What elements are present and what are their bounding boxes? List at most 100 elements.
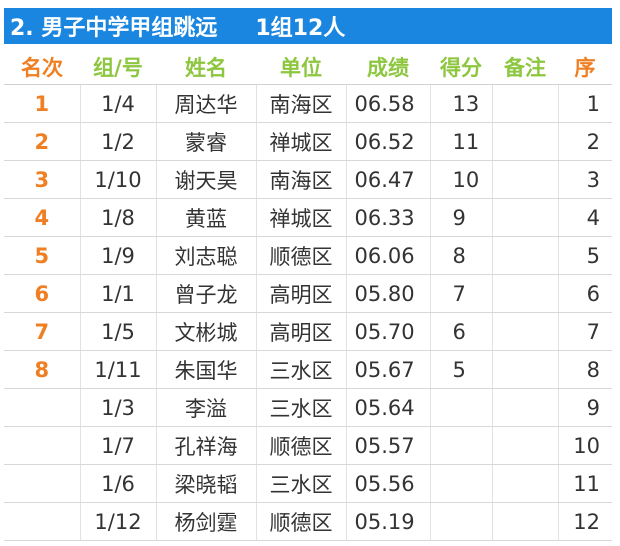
points-cell [429, 502, 492, 541]
points-cell: 6 [429, 312, 492, 351]
table-row: 1 1/4 周达华 南海区 06.58 13 1 [4, 84, 612, 123]
seq-cell: 3 [557, 160, 612, 199]
unit-cell: 顺德区 [255, 426, 346, 465]
unit-cell: 三水区 [255, 464, 346, 503]
athlete-name-cell: 周达华 [155, 84, 256, 123]
table-row: 1/6 梁晓韬 三水区 05.56 11 [4, 464, 612, 503]
unit-cell: 禅城区 [255, 198, 346, 237]
table-row: 1/3 李溢 三水区 05.64 9 [4, 388, 612, 427]
seq-cell: 12 [557, 502, 612, 541]
athlete-name-cell: 谢天昊 [155, 160, 256, 199]
table-header-row: 名次 组/号 姓名 单位 成绩 得分 备注 序 [4, 50, 612, 85]
unit-cell: 三水区 [255, 388, 346, 427]
rank-cell: 4 [4, 198, 80, 237]
col-rank: 名次 [4, 50, 80, 85]
results-table: 名次 组/号 姓名 单位 成绩 得分 备注 序 1 1/4 周达华 南海区 06.58 1… [4, 50, 612, 541]
group-no-cell: 1/4 [79, 84, 156, 123]
note-cell [491, 426, 558, 465]
col-note: 备注 [492, 50, 558, 85]
unit-cell: 南海区 [255, 84, 346, 123]
table-row: 1/7 孔祥海 顺德区 05.57 10 [4, 426, 612, 465]
score-cell: 05.70 [345, 312, 430, 351]
rank-cell [4, 464, 80, 503]
group-no-cell: 1/9 [79, 236, 156, 275]
score-cell: 06.33 [345, 198, 430, 237]
score-cell: 05.64 [345, 388, 430, 427]
score-cell: 05.19 [345, 502, 430, 541]
athlete-name-cell: 曾子龙 [155, 274, 256, 313]
seq-cell: 9 [557, 388, 612, 427]
athlete-name-cell: 文彬城 [155, 312, 256, 351]
note-cell [491, 122, 558, 161]
note-cell [491, 236, 558, 275]
table-row: 3 1/10 谢天昊 南海区 06.47 10 3 [4, 160, 612, 199]
rank-cell: 6 [4, 274, 80, 313]
note-cell [491, 160, 558, 199]
note-cell [491, 274, 558, 313]
points-cell [429, 426, 492, 465]
note-cell [491, 350, 558, 389]
score-cell: 06.47 [345, 160, 430, 199]
rank-cell: 7 [4, 312, 80, 351]
group-no-cell: 1/6 [79, 464, 156, 503]
seq-cell: 1 [557, 84, 612, 123]
points-cell: 8 [429, 236, 492, 275]
points-cell: 11 [429, 122, 492, 161]
seq-cell: 11 [557, 464, 612, 503]
score-cell: 05.67 [345, 350, 430, 389]
points-cell: 9 [429, 198, 492, 237]
table-row: 1/12 杨剑霆 顺德区 05.19 12 [4, 502, 612, 541]
note-cell [491, 502, 558, 541]
rank-cell: 1 [4, 84, 80, 123]
seq-cell: 10 [557, 426, 612, 465]
table-row: 5 1/9 刘志聪 顺德区 06.06 8 5 [4, 236, 612, 275]
score-cell: 06.58 [345, 84, 430, 123]
unit-cell: 三水区 [255, 350, 346, 389]
score-cell: 05.80 [345, 274, 430, 313]
group-no-cell: 1/12 [79, 502, 156, 541]
rank-cell: 2 [4, 122, 80, 161]
group-no-cell: 1/11 [79, 350, 156, 389]
points-cell [429, 464, 492, 503]
group-no-cell: 1/3 [79, 388, 156, 427]
col-score: 成绩 [346, 50, 430, 85]
group-no-cell: 1/1 [79, 274, 156, 313]
points-cell: 10 [429, 160, 492, 199]
athlete-name-cell: 黄蓝 [155, 198, 256, 237]
table-row: 6 1/1 曾子龙 高明区 05.80 7 6 [4, 274, 612, 313]
event-title-bar: 2. 男子中学甲组跳远 1组12人 [4, 8, 612, 44]
unit-cell: 南海区 [255, 160, 346, 199]
athlete-name-cell: 杨剑霆 [155, 502, 256, 541]
points-cell: 5 [429, 350, 492, 389]
rank-cell: 8 [4, 350, 80, 389]
col-group-no: 组/号 [80, 50, 156, 85]
group-no-cell: 1/5 [79, 312, 156, 351]
group-no-cell: 1/7 [79, 426, 156, 465]
table-row: 7 1/5 文彬城 高明区 05.70 6 7 [4, 312, 612, 351]
event-title: 2. 男子中学甲组跳远 [10, 16, 218, 41]
athlete-name-cell: 孔祥海 [155, 426, 256, 465]
col-seq: 序 [558, 50, 612, 85]
rank-cell [4, 388, 80, 427]
group-no-cell: 1/2 [79, 122, 156, 161]
results-sheet: 2. 男子中学甲组跳远 1组12人 名次 组/号 姓名 单位 成绩 得分 备注 … [0, 0, 620, 546]
table-row: 4 1/8 黄蓝 禅城区 06.33 9 4 [4, 198, 612, 237]
seq-cell: 5 [557, 236, 612, 275]
seq-cell: 7 [557, 312, 612, 351]
col-points: 得分 [430, 50, 492, 85]
score-cell: 05.56 [345, 464, 430, 503]
athlete-name-cell: 刘志聪 [155, 236, 256, 275]
note-cell [491, 388, 558, 427]
score-cell: 06.06 [345, 236, 430, 275]
unit-cell: 顺德区 [255, 502, 346, 541]
seq-cell: 2 [557, 122, 612, 161]
rank-cell: 5 [4, 236, 80, 275]
seq-cell: 6 [557, 274, 612, 313]
note-cell [491, 198, 558, 237]
unit-cell: 顺德区 [255, 236, 346, 275]
unit-cell: 高明区 [255, 312, 346, 351]
group-no-cell: 1/8 [79, 198, 156, 237]
athlete-name-cell: 梁晓韬 [155, 464, 256, 503]
seq-cell: 4 [557, 198, 612, 237]
athlete-name-cell: 朱国华 [155, 350, 256, 389]
